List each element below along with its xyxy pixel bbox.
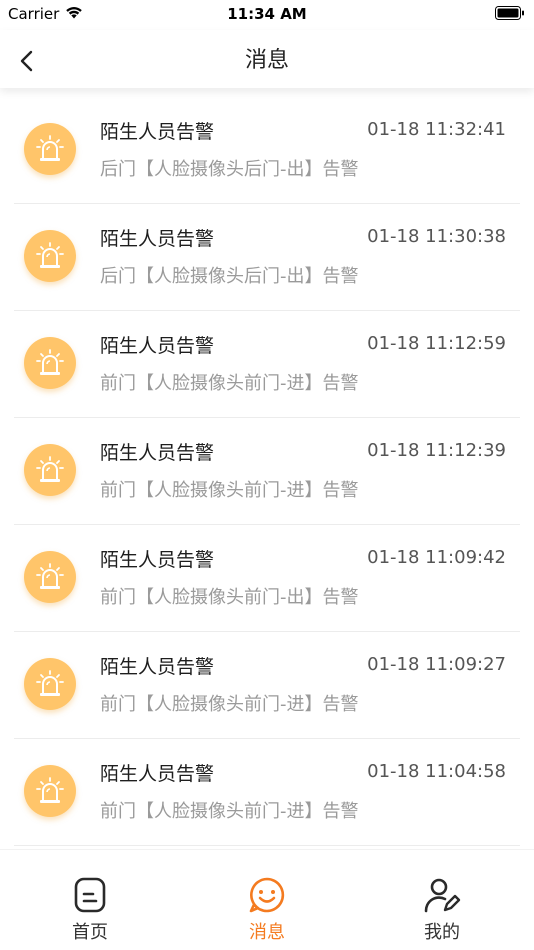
tab-messages[interactable]: 消息 — [207, 876, 327, 944]
message-description: 前门【人脸摄像头前门-进】告警 — [100, 694, 359, 715]
alarm-light-icon — [24, 230, 76, 282]
tab-label: 消息 — [249, 922, 285, 943]
message-item[interactable]: 陌生人员告警 01-18 11:30:38 后门【人脸摄像头后门-出】告警 — [14, 204, 520, 311]
home-doc-icon — [30, 876, 150, 916]
message-description: 后门【人脸摄像头后门-出】告警 — [100, 159, 359, 180]
tab-bar: 首页 消息 我的 — [0, 849, 534, 950]
message-title: 陌生人员告警 — [100, 442, 215, 464]
user-edit-icon — [382, 876, 502, 916]
message-description: 前门【人脸摄像头前门-进】告警 — [100, 801, 359, 822]
alarm-light-icon — [24, 123, 76, 175]
message-time: 01-18 11:04:58 — [367, 761, 506, 782]
alarm-light-icon — [24, 337, 76, 389]
clock: 11:34 AM — [227, 5, 307, 23]
message-description: 前门【人脸摄像头前门-进】告警 — [100, 373, 359, 394]
alarm-light-icon — [24, 765, 76, 817]
status-bar: Carrier 11:34 AM — [0, 0, 534, 30]
tab-label: 首页 — [72, 922, 108, 943]
message-title: 陌生人员告警 — [100, 121, 215, 143]
smile-chat-icon — [207, 876, 327, 916]
message-item[interactable]: 陌生人员告警 01-18 11:12:59 前门【人脸摄像头前门-进】告警 — [14, 311, 520, 418]
message-description: 前门【人脸摄像头前门-进】告警 — [100, 480, 359, 501]
tab-profile[interactable]: 我的 — [382, 876, 502, 944]
message-time: 01-18 11:30:38 — [367, 226, 506, 247]
message-time: 01-18 11:32:41 — [367, 119, 506, 140]
alarm-light-icon — [24, 551, 76, 603]
message-list: 陌生人员告警 01-18 11:32:41 后门【人脸摄像头后门-出】告警 陌生… — [0, 97, 534, 846]
message-item[interactable]: 陌生人员告警 01-18 11:04:58 前门【人脸摄像头前门-进】告警 — [14, 739, 520, 846]
page-title: 消息 — [244, 48, 289, 73]
message-time: 01-18 11:12:39 — [367, 440, 506, 461]
navigation-bar: 消息 — [0, 30, 534, 88]
message-time: 01-18 11:09:42 — [367, 547, 506, 568]
message-item[interactable]: 陌生人员告警 01-18 11:09:42 前门【人脸摄像头前门-出】告警 — [14, 525, 520, 632]
app-screen: Carrier 11:34 AM 消息 陌生人员告警 01-18 11:32:4… — [0, 0, 534, 950]
message-time: 01-18 11:09:27 — [367, 654, 506, 675]
message-item[interactable]: 陌生人员告警 01-18 11:09:27 前门【人脸摄像头前门-进】告警 — [14, 632, 520, 739]
message-title: 陌生人员告警 — [100, 763, 215, 785]
message-description: 前门【人脸摄像头前门-出】告警 — [100, 587, 359, 608]
tab-label: 我的 — [424, 922, 460, 943]
message-title: 陌生人员告警 — [100, 656, 215, 678]
message-title: 陌生人员告警 — [100, 549, 215, 571]
alarm-light-icon — [24, 444, 76, 496]
message-title: 陌生人员告警 — [100, 228, 215, 250]
message-description: 后门【人脸摄像头后门-出】告警 — [100, 266, 359, 287]
alarm-light-icon — [24, 658, 76, 710]
battery-icon — [495, 6, 525, 24]
message-item[interactable]: 陌生人员告警 01-18 11:12:39 前门【人脸摄像头前门-进】告警 — [14, 418, 520, 525]
message-item[interactable]: 陌生人员告警 01-18 11:32:41 后门【人脸摄像头后门-出】告警 — [14, 97, 520, 204]
message-time: 01-18 11:12:59 — [367, 333, 506, 354]
message-title: 陌生人员告警 — [100, 335, 215, 357]
tab-home[interactable]: 首页 — [30, 876, 150, 944]
